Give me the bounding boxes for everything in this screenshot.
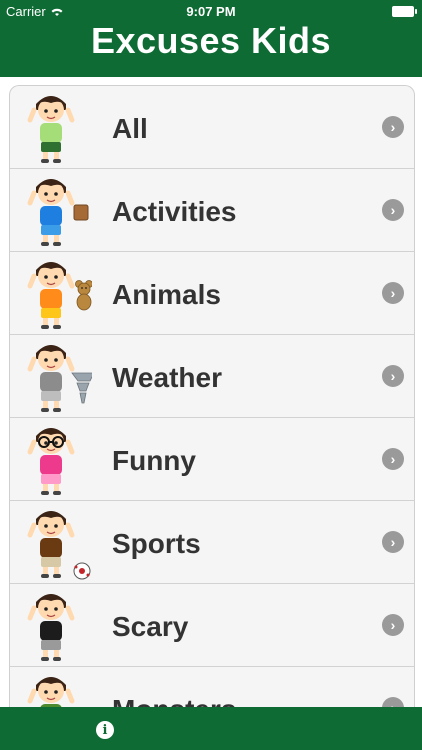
kid-illustration	[27, 594, 75, 661]
kid-illustration	[27, 345, 92, 412]
category-label: Funny	[112, 445, 196, 476]
kid-illustration	[27, 428, 75, 495]
chevron-right-icon[interactable]: ›	[382, 116, 404, 138]
category-label: Weather	[112, 362, 222, 393]
category-row-funny[interactable]: Funny ›	[10, 418, 414, 501]
category-row-animals[interactable]: Animals ›	[10, 252, 414, 335]
category-row-weather[interactable]: Weather ›	[10, 335, 414, 418]
info-icon[interactable]: i	[96, 721, 114, 739]
kid-illustration	[27, 179, 89, 246]
category-label: Scary	[112, 611, 189, 642]
chevron-right-icon[interactable]: ›	[382, 365, 404, 387]
chevron-right-icon[interactable]: ›	[382, 199, 404, 221]
category-row-all[interactable]: All ›	[10, 86, 414, 169]
category-row-activities[interactable]: Activities ›	[10, 169, 414, 252]
category-list: All › Activities › Animals › Weather › F…	[9, 85, 415, 726]
category-label: Sports	[112, 528, 201, 559]
category-label: Activities	[112, 196, 237, 227]
kid-illustration	[27, 511, 91, 580]
status-bar: Carrier 9:07 PM	[0, 0, 422, 22]
chevron-right-icon[interactable]: ›	[382, 614, 404, 636]
category-row-sports[interactable]: Sports ›	[10, 501, 414, 584]
kid-illustration	[27, 262, 92, 329]
category-label: All	[112, 113, 148, 144]
battery-icon	[392, 6, 417, 17]
chevron-right-icon[interactable]: ›	[382, 282, 404, 304]
category-row-scary[interactable]: Scary ›	[10, 584, 414, 667]
category-label: Animals	[112, 279, 221, 310]
app-header: Carrier 9:07 PM Excuses Kids	[0, 0, 422, 77]
chevron-right-icon[interactable]: ›	[382, 531, 404, 553]
app-title: Excuses Kids	[90, 20, 332, 61]
bottom-toolbar: i	[0, 707, 422, 750]
status-time: 9:07 PM	[186, 4, 236, 19]
chevron-right-icon[interactable]: ›	[382, 448, 404, 470]
kid-illustration	[27, 96, 75, 163]
